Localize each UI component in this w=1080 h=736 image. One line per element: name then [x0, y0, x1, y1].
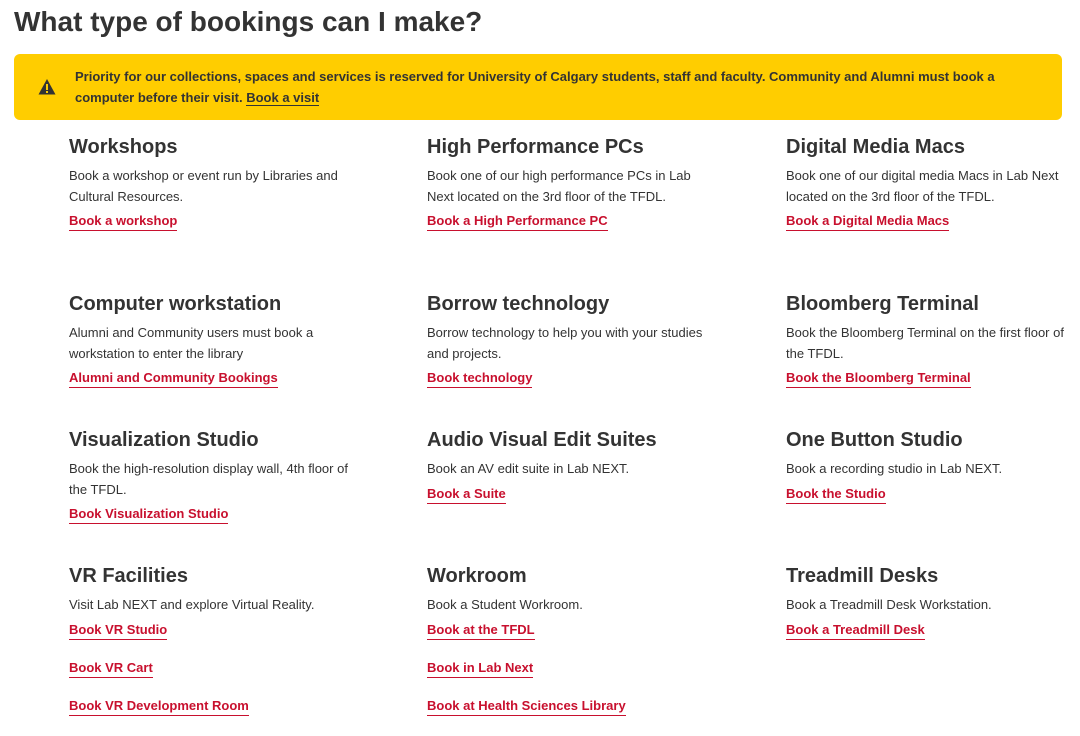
book-a-visit-link[interactable]: Book a visit [246, 90, 320, 106]
card-links: Book a Digital Media Macs [786, 213, 1080, 231]
card-links: Book the Bloomberg Terminal [786, 370, 1080, 388]
card-title: Computer workstation [69, 293, 282, 315]
card-title: Visualization Studio [69, 429, 259, 451]
warning-icon [38, 78, 56, 96]
page-title: What type of bookings can I make? [14, 6, 483, 37]
card-links: Book a workshop [69, 213, 369, 231]
card-description: Book the Bloomberg Terminal on the first… [786, 325, 1064, 361]
card-links: Book a High Performance PC [427, 213, 727, 231]
booking-card-workroom: Workroom Book a Student Workroom. Book at … [427, 564, 727, 736]
card-links: Book at the TFDL Book in Lab Next Book at … [427, 622, 727, 716]
booking-link[interactable]: Alumni and Community Bookings [69, 370, 278, 388]
booking-link[interactable]: Book the Studio [786, 486, 886, 504]
card-description: Book the high-resolution display wall, 4… [69, 461, 348, 497]
card-links: Book Visualization Studio [69, 506, 369, 524]
booking-link[interactable]: Book a Treadmill Desk [786, 622, 925, 640]
booking-link[interactable]: Book the Bloomberg Terminal [786, 370, 971, 388]
card-description: Book one of our high performance PCs in … [427, 168, 691, 204]
booking-link[interactable]: Book technology [427, 370, 533, 388]
card-links: Book a Treadmill Desk [786, 622, 1080, 640]
booking-card-high-performance-pcs: High Performance PCs Book one of our high… [427, 135, 727, 251]
card-description: Borrow technology to help you with your … [427, 325, 703, 361]
card-description: Book an AV edit suite in Lab NEXT. [427, 461, 630, 476]
card-description: Book a Student Workroom. [427, 597, 583, 612]
booking-link[interactable]: Book Visualization Studio [69, 506, 229, 524]
card-description: Book a workshop or event run by Librarie… [69, 168, 338, 204]
alert-message: Priority for our collections, spaces and… [75, 66, 1045, 108]
card-description: Visit Lab NEXT and explore Virtual Reali… [69, 597, 315, 612]
booking-link[interactable]: Book VR Cart [69, 660, 153, 678]
booking-card-workshops: Workshops Book a workshop or event run by… [69, 135, 369, 251]
booking-link[interactable]: Book a workshop [69, 213, 178, 231]
card-title: High Performance PCs [427, 136, 644, 158]
booking-link[interactable]: Book at the TFDL [427, 622, 535, 640]
card-title: Bloomberg Terminal [786, 293, 979, 315]
card-links: Book the Studio [786, 486, 1080, 504]
card-title: Workroom [427, 565, 527, 587]
booking-card-borrow-technology: Borrow technology Borrow technology to he… [427, 292, 727, 408]
booking-card-visualization-studio: Visualization Studio Book the high-resolu… [69, 428, 369, 544]
booking-link[interactable]: Book a Digital Media Macs [786, 213, 950, 231]
priority-alert: Priority for our collections, spaces and… [14, 54, 1062, 120]
booking-card-bloomberg-terminal: Bloomberg Terminal Book the Bloomberg Ter… [786, 292, 1080, 408]
card-links: Book technology [427, 370, 727, 388]
alert-text: Priority for our collections, spaces and… [75, 69, 995, 105]
card-title: Audio Visual Edit Suites [427, 429, 657, 451]
booking-card-digital-media-macs: Digital Media Macs Book one of our digita… [786, 135, 1080, 251]
booking-link[interactable]: Book a High Performance PC [427, 213, 608, 231]
card-description: Book a recording studio in Lab NEXT. [786, 461, 1003, 476]
booking-card-vr-facilities: VR Facilities Visit Lab NEXT and explore … [69, 564, 369, 736]
booking-card-one-button-studio: One Button Studio Book a recording studio… [786, 428, 1080, 524]
card-title: VR Facilities [69, 565, 188, 587]
card-description: Alumni and Community users must book a w… [69, 325, 314, 361]
booking-link[interactable]: Book at Health Sciences Library [427, 698, 626, 716]
card-description: Book one of our digital media Macs in La… [786, 168, 1059, 204]
card-links: Book VR Studio Book VR Cart Book VR Develo… [69, 622, 369, 716]
card-title: Borrow technology [427, 293, 610, 315]
booking-card-treadmill-desks: Treadmill Desks Book a Treadmill Desk Wor… [786, 564, 1080, 660]
card-title: One Button Studio [786, 429, 963, 451]
card-title: Digital Media Macs [786, 136, 965, 158]
booking-card-audio-visual-edit-suites: Audio Visual Edit Suites Book an AV edit … [427, 428, 727, 524]
booking-link[interactable]: Book VR Studio [69, 622, 168, 640]
booking-link[interactable]: Book in Lab Next [427, 660, 534, 678]
booking-link[interactable]: Book VR Development Room [69, 698, 249, 716]
card-title: Workshops [69, 136, 178, 158]
card-description: Book a Treadmill Desk Workstation. [786, 597, 992, 612]
card-links: Alumni and Community Bookings [69, 370, 369, 388]
card-title: Treadmill Desks [786, 565, 939, 587]
card-links: Book a Suite [427, 486, 727, 504]
booking-card-computer-workstation: Computer workstation Alumni and Community… [69, 292, 369, 408]
booking-link[interactable]: Book a Suite [427, 486, 506, 504]
